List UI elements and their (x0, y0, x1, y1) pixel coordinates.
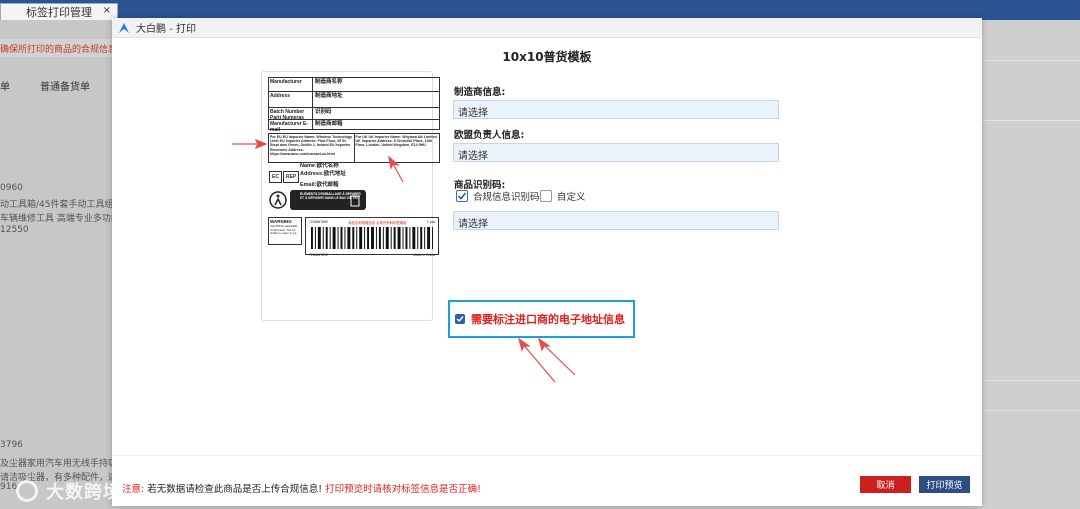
option-compliance-label: 合规信息识别码 (473, 192, 540, 203)
warning-box: WARNING CHOKING HAZARD - Small parts. No… (268, 217, 302, 245)
ec-rep-mark: EC REP (269, 171, 300, 183)
manufacturer-select[interactable]: 请选择 (453, 100, 779, 119)
tab-close-icon[interactable]: × (103, 5, 111, 16)
background-col-1: 单 (0, 82, 10, 93)
app-logo-icon (119, 22, 129, 33)
label-preview: Manufacturer 制造商名称 Address 制造商地址 Batch Num… (261, 71, 440, 321)
product-id-select[interactable]: 请选择 (453, 211, 779, 230)
checkbox-checked-icon (456, 190, 468, 202)
background-row2-id: 3796 (0, 440, 23, 450)
importer-email-option[interactable]: 需要标注进口商的电子地址信息 (448, 300, 635, 338)
print-preview-button[interactable]: 打印预览 (919, 476, 970, 493)
dialog-header: 大白鹏 - 打印 (112, 18, 982, 38)
recycle-person-icon (269, 191, 287, 209)
dialog-title: 大白鹏 - 打印 (136, 24, 196, 35)
manufacturer-label: 制造商信息: (454, 87, 506, 98)
background-row1-line2: 车辆维修工具 高端专业多功能工 (0, 214, 112, 224)
watermark-text: 大数跨境 (46, 482, 122, 503)
importer-email-label: 需要标注进口商的电子地址信息 (471, 313, 625, 326)
template-title: 10x10普货模板 (502, 50, 592, 64)
barcode-bottom-number: 7234567890 (309, 253, 328, 257)
barcode-top-number: 7234567890 (309, 220, 328, 224)
grid-value: 识别码 (315, 109, 332, 115)
barcode-image (310, 227, 434, 249)
background-col-2: 普通备货单 (40, 82, 90, 93)
grid-key: Manufacturer E-mail (269, 120, 313, 133)
grid-key: Address (269, 92, 313, 107)
grid-value: 制造商名称 (315, 79, 343, 85)
option-custom-label: 自定义 (557, 192, 586, 203)
print-dialog: 大白鹏 - 打印 10x10普货模板 Manufacturer 制造商名称 Add… (112, 18, 982, 506)
background-row2-line1: 及尘器家用汽车用无线手持吸尘 (0, 459, 112, 469)
background-right-column (982, 20, 1080, 509)
cancel-button[interactable]: 取消 (860, 476, 911, 493)
eu-rep-email: Email:欧代邮箱 (300, 182, 339, 188)
note-prefix: 注意: (122, 484, 145, 495)
tab-label: 标签打印管理 (26, 6, 92, 19)
eu-importer-text: For EU EU Importer Name: Wholese Technol… (269, 134, 355, 162)
background-warning-text: 确保所打印的商品的合规信息已经上 (0, 45, 112, 55)
background-row1-line1: 动工具箱/45件套手动工具组 4层工 (0, 200, 112, 210)
barcode-box: 7234567890 商品名称规格信息 合规识别码标签模板 1 pcs 7234… (305, 217, 439, 257)
rep-mark: REP (282, 171, 300, 183)
uk-importer-text: For UK UK Importer Name: Whylaxa UK Limi… (355, 135, 437, 148)
watermark-logo-icon (16, 480, 38, 502)
manufacturer-grid: Manufacturer 制造商名称 Address 制造商地址 Batch Num… (268, 77, 440, 133)
footer-note: 注意: 若无数据请检查此商品是否上传合规信息! 打印预览时请核对标签信息是否正确… (122, 481, 481, 495)
note-suffix: 打印预览时请核对标签信息是否正确! (325, 484, 481, 495)
checkbox-unchecked-icon (540, 190, 552, 202)
background-row1-num: 12550 (0, 225, 29, 235)
bin-icon (350, 195, 360, 207)
checkbox-checked-icon (455, 314, 465, 324)
option-compliance-checkbox[interactable]: 合规信息识别码 (456, 189, 540, 203)
option-custom-checkbox[interactable]: 自定义 (540, 189, 586, 203)
tab-label-print-management[interactable]: 标签打印管理 × (0, 3, 118, 20)
warning-body: CHOKING HAZARD - Small parts. Not for ch… (270, 224, 300, 236)
ec-mark: EC (269, 171, 282, 183)
dialog-footer: 注意: 若无数据请检查此商品是否上传合规信息! 打印预览时请核对标签信息是否正确… (112, 455, 982, 506)
watermark: 大数跨境 (16, 478, 122, 504)
barcode-product-name: 商品名称规格信息 合规识别码标签模板 (348, 221, 407, 225)
eu-rep-label: 欧盟负责人信息: (454, 130, 525, 141)
grid-value: 制造商地址 (315, 93, 343, 99)
background-row2-num: 916 (0, 482, 18, 492)
eu-rep-info: Name:欧代名称 Address:欧代地址 Email:欧代邮箱 (300, 162, 346, 189)
grid-value: 制造商邮箱 (315, 121, 343, 127)
barcode-unit: 1 pcs (426, 220, 435, 224)
importer-info: For EU EU Importer Name: Wholese Technol… (268, 133, 440, 163)
note-mid: 若无数据请检查此商品是否上传合规信息! (147, 484, 323, 495)
made-in-text: Made in China (413, 253, 435, 257)
eu-rep-select[interactable]: 请选择 (453, 143, 779, 162)
grid-key: Manufacturer (269, 78, 313, 91)
eu-rep-address: Address:欧代地址 (300, 171, 346, 177)
background-row1-id: 0960 (0, 183, 23, 193)
eu-rep-name: Name:欧代名称 (300, 163, 339, 169)
app-top-bar (0, 0, 1080, 20)
grid-key: Batch Number Parti Numeras (269, 108, 313, 121)
